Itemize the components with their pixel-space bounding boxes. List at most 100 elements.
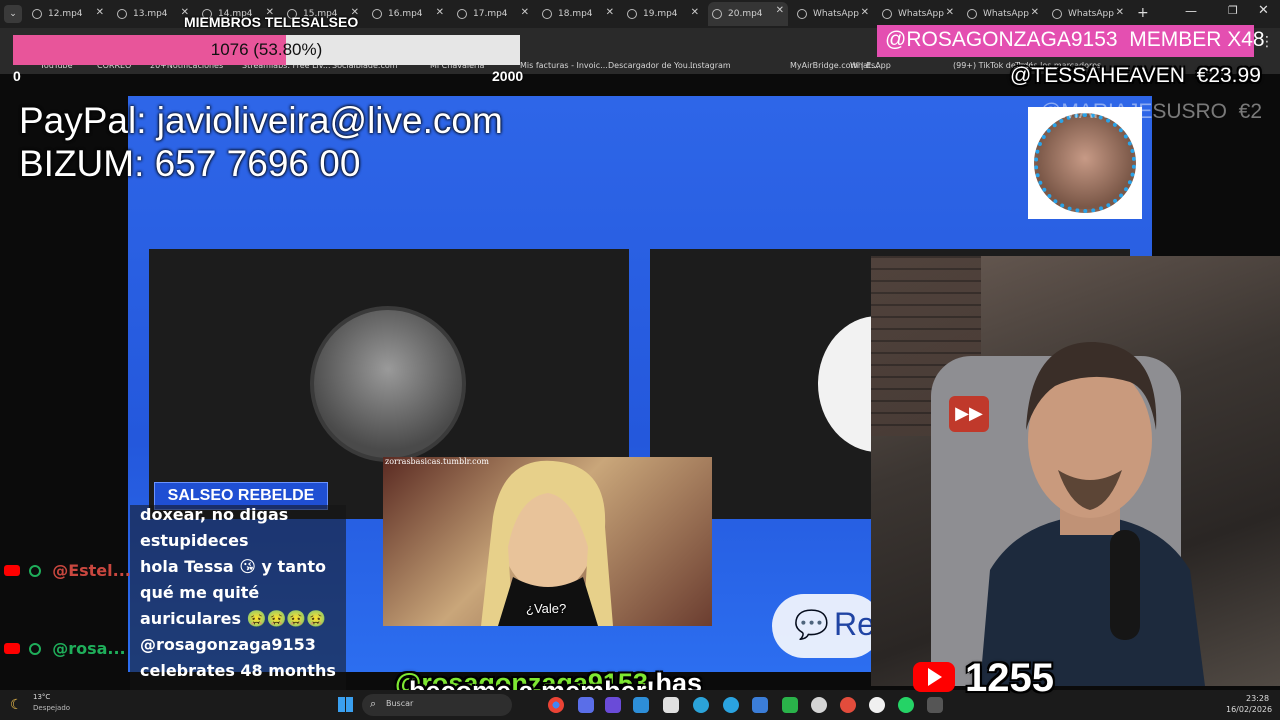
app-icon[interactable] <box>927 697 943 713</box>
tab-1[interactable]: 13.mp4 ✕ <box>113 4 193 24</box>
app-icon[interactable] <box>840 697 856 713</box>
reply-button-label: Re <box>834 606 875 642</box>
tab-favicon-icon <box>627 9 637 19</box>
chat-message-line: auriculares 🤢🤢🤢🤢 <box>140 609 327 628</box>
tab-label: 20.mp4 <box>728 9 763 19</box>
tab-favicon-icon <box>712 9 722 19</box>
meme-caption: ¿Vale? <box>526 601 567 616</box>
weather-temp: 13°C <box>33 693 51 701</box>
tab-close-icon[interactable]: ✕ <box>436 7 444 18</box>
bookmark-item[interactable]: WhatsApp <box>850 61 891 70</box>
goal-title: MIEMBROS TELESALSEO <box>184 14 359 30</box>
member-badge-icon <box>29 564 42 577</box>
youtube-subscriber-count: 1255 <box>965 656 1054 700</box>
tab-favicon-icon <box>1052 9 1062 19</box>
tip-alert-1: @TESSAHEAVEN €23.99 <box>1010 64 1261 87</box>
app-icon[interactable] <box>663 697 679 713</box>
app-icon[interactable] <box>578 697 594 713</box>
weather-desc: Despejado <box>33 704 71 712</box>
tab-search-dropdown-icon[interactable]: ⌄ <box>4 5 22 23</box>
maximize-button[interactable]: ❐ <box>1228 4 1238 17</box>
weather-icon: ☾ <box>10 697 23 713</box>
tab-close-icon[interactable]: ✕ <box>861 7 869 18</box>
chat-message-line: @rosagonzaga9153 <box>140 635 316 654</box>
youtube-icon <box>4 565 20 576</box>
telegram-icon[interactable] <box>723 697 739 713</box>
windows-start-icon[interactable] <box>338 697 353 712</box>
app-icon[interactable] <box>869 697 885 713</box>
app-icon[interactable] <box>752 697 768 713</box>
taskbar-date: 16/02/2026 <box>1226 705 1273 714</box>
tab-favicon-icon <box>457 9 467 19</box>
tab-favicon-icon <box>372 9 382 19</box>
tab-close-icon[interactable]: ✕ <box>606 7 614 18</box>
tab-label: 19.mp4 <box>643 9 678 19</box>
youtube-logo-icon <box>913 662 955 692</box>
tab-8[interactable]: 20.mp4 ✕ <box>708 2 788 26</box>
tab-label: 12.mp4 <box>48 9 83 19</box>
tab-label: WhatsApp <box>898 9 944 19</box>
whatsapp-icon[interactable] <box>898 697 914 713</box>
tab-close-icon[interactable]: ✕ <box>946 7 954 18</box>
close-window-button[interactable]: ✕ <box>1258 3 1269 18</box>
tab-0[interactable]: 12.mp4 ✕ <box>28 4 108 24</box>
member-badge-icon <box>29 642 42 655</box>
tab-4[interactable]: 16.mp4 ✕ <box>368 4 448 24</box>
tip-alert-2: @MARIAJESUSRO €2 <box>1040 100 1263 123</box>
tab-label: 17.mp4 <box>473 9 508 19</box>
chat-message-line: hola Tessa 😘 y tanto <box>140 557 327 576</box>
app-icon[interactable] <box>811 697 827 713</box>
chat-message-line: doxear, no digas <box>140 505 289 524</box>
chat-messages: doxear, no digas estupideces hola Tessa 😘 … <box>130 505 346 717</box>
bookmark-item[interactable]: Mis facturas - Invoic... <box>520 61 608 70</box>
chat-bubble-icon: 💬 <box>794 608 829 641</box>
tab-close-icon[interactable]: ✕ <box>521 7 529 18</box>
tab-close-icon[interactable]: ✕ <box>691 7 699 18</box>
tab-9[interactable]: WhatsApp ✕ <box>793 4 873 24</box>
tab-11[interactable]: WhatsApp ✕ <box>963 4 1043 24</box>
tab-close-icon[interactable]: ✕ <box>96 7 104 18</box>
edge-icon[interactable] <box>693 697 709 713</box>
tab-10[interactable]: WhatsApp ✕ <box>878 4 958 24</box>
app-icon[interactable] <box>782 697 798 713</box>
goal-min-label: 0 <box>13 68 21 84</box>
chat-user-row-1: @Estel... <box>4 560 131 580</box>
new-tab-button[interactable]: + <box>1137 5 1149 21</box>
tab-favicon-icon <box>117 9 127 19</box>
taskbar-time: 23:28 <box>1246 694 1270 703</box>
tab-label: 13.mp4 <box>133 9 168 19</box>
minimize-button[interactable]: — <box>1185 4 1197 18</box>
chat-user-row-2: @rosa... <box>4 638 126 658</box>
tab-close-icon[interactable]: ✕ <box>1031 7 1039 18</box>
goal-bar: 1076 (53.80%) <box>13 35 520 65</box>
tab-6[interactable]: 18.mp4 ✕ <box>538 4 618 24</box>
tab-favicon-icon <box>967 9 977 19</box>
tab-7[interactable]: 19.mp4 ✕ <box>623 4 703 24</box>
play-icon <box>928 668 942 686</box>
tab-label: WhatsApp <box>983 9 1029 19</box>
tab-favicon-icon <box>797 9 807 19</box>
tab-label: WhatsApp <box>1068 9 1114 19</box>
goal-progress-text: 1076 (53.80%) <box>210 40 323 59</box>
taskbar-search[interactable]: ⌕ Buscar <box>362 694 512 716</box>
bookmark-item[interactable]: Descargador de You... <box>608 61 695 70</box>
app-icon[interactable] <box>633 697 649 713</box>
tab-close-icon[interactable]: ✕ <box>776 5 784 16</box>
reply-button[interactable]: 💬 Re <box>772 594 882 658</box>
tab-label: WhatsApp <box>813 9 859 19</box>
app-icon[interactable] <box>605 697 621 713</box>
meme-gif: zorrasbasicas.tumblr.com ¿Vale? <box>383 457 712 626</box>
search-icon: ⌕ <box>370 697 377 710</box>
chrome-icon[interactable] <box>548 697 564 713</box>
chat-username-2: @rosa... <box>52 639 126 658</box>
tab-12[interactable]: WhatsApp ✕ <box>1048 4 1128 24</box>
tab-favicon-icon <box>542 9 552 19</box>
youtube-icon <box>4 643 20 654</box>
bizum-info: BIZUM: 657 7696 00 <box>19 143 361 184</box>
chat-message-line: estupideces <box>140 531 249 550</box>
paypal-info: PayPal: javioliveira@live.com <box>19 100 503 141</box>
bookmark-item[interactable]: Instagram <box>690 61 731 70</box>
tab-5[interactable]: 17.mp4 ✕ <box>453 4 533 24</box>
tab-close-icon[interactable]: ✕ <box>1116 7 1124 18</box>
goal-max-label: 2000 <box>492 68 524 84</box>
